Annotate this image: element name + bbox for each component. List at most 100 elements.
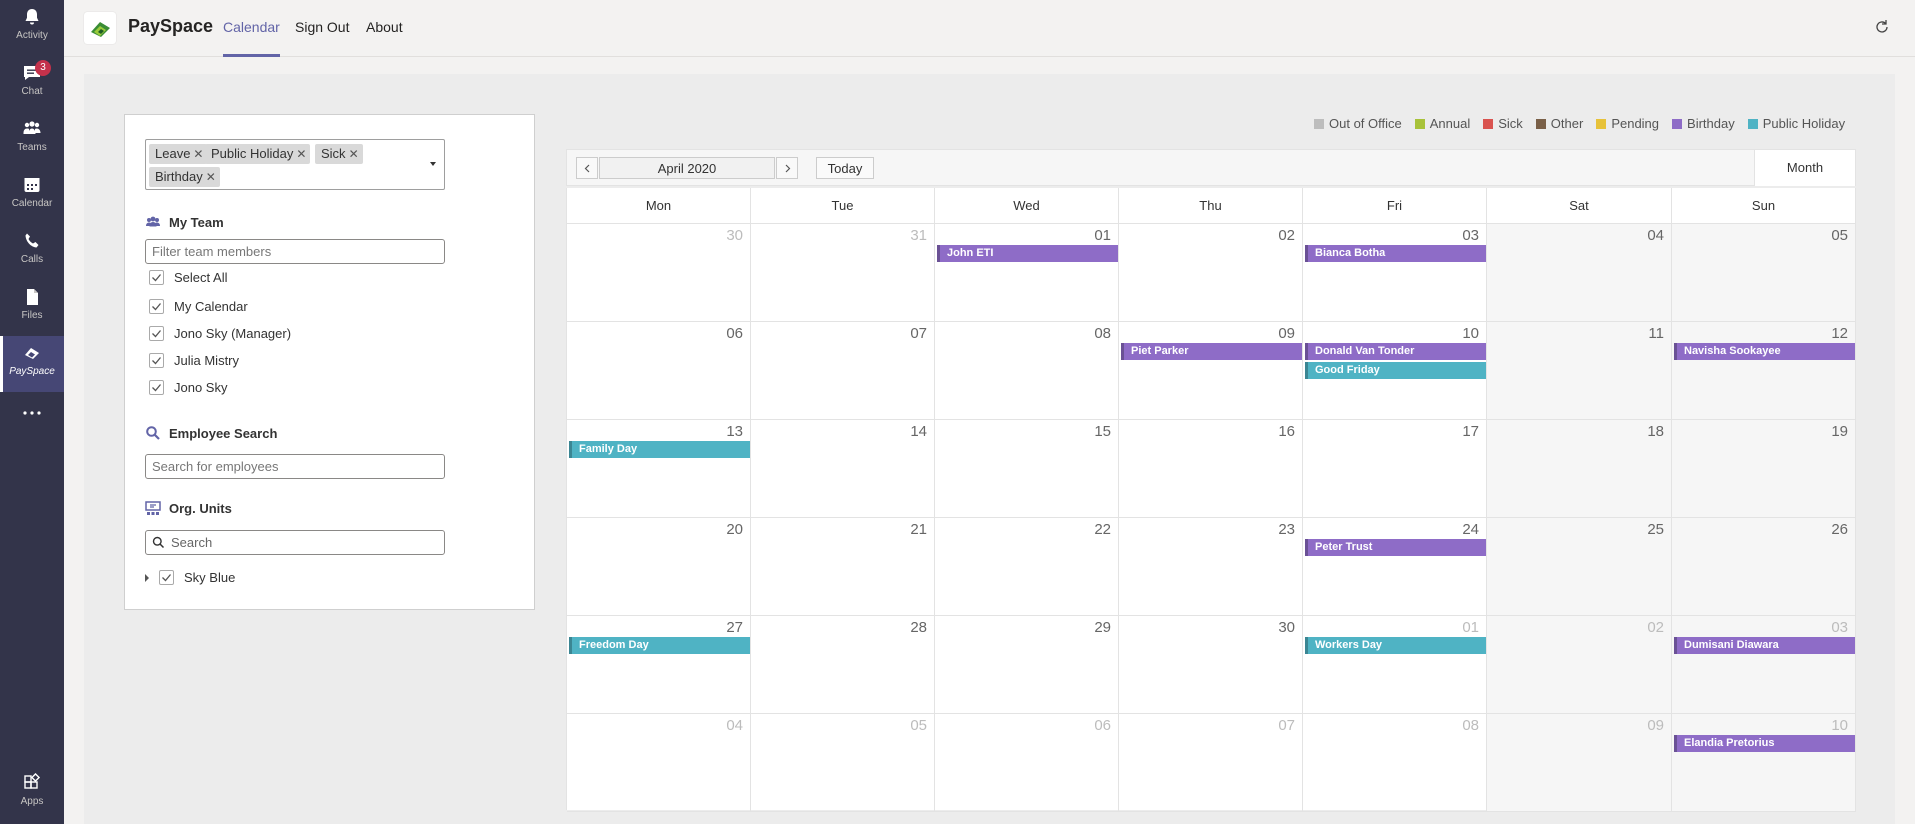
team-member-julia-mistry[interactable]: Julia Mistry: [149, 353, 239, 368]
chevron-down-icon[interactable]: [430, 162, 436, 166]
day-cell[interactable]: 20: [567, 518, 751, 616]
org-units-search[interactable]: [145, 530, 445, 555]
rail-item-files[interactable]: Files: [0, 280, 64, 336]
day-number: 11: [1648, 325, 1664, 342]
calendar-event[interactable]: Freedom Day: [569, 637, 750, 654]
day-cell[interactable]: 07: [751, 322, 935, 420]
day-cell[interactable]: 05: [1672, 224, 1856, 322]
day-cell[interactable]: 07: [1119, 714, 1303, 812]
refresh-icon[interactable]: [1873, 18, 1891, 36]
checkbox[interactable]: [149, 353, 164, 368]
tab-sign-out[interactable]: Sign Out: [295, 19, 349, 57]
checkbox[interactable]: [149, 380, 164, 395]
day-cell[interactable]: 06: [935, 714, 1119, 812]
day-cell[interactable]: 30: [567, 224, 751, 322]
day-cell[interactable]: 10: [1672, 714, 1856, 812]
day-cell[interactable]: 11: [1487, 322, 1672, 420]
day-cell[interactable]: 04: [567, 714, 751, 812]
day-cell[interactable]: 19: [1672, 420, 1856, 518]
checkbox[interactable]: [159, 570, 174, 585]
day-cell[interactable]: 03: [1672, 616, 1856, 714]
calendar-event[interactable]: Bianca Botha: [1305, 245, 1486, 262]
rail-item-calendar[interactable]: Calendar: [0, 168, 64, 224]
remove-tag-icon[interactable]: ✕: [206, 170, 216, 184]
chevron-right-icon: [785, 164, 790, 172]
day-cell[interactable]: 28: [751, 616, 935, 714]
calendar-event[interactable]: Workers Day: [1305, 637, 1486, 654]
calendar-event[interactable]: Elandia Pretorius: [1674, 735, 1855, 752]
rail-item-chat[interactable]: 3 Chat: [0, 56, 64, 112]
day-cell[interactable]: 21: [751, 518, 935, 616]
day-cell[interactable]: 25: [1487, 518, 1672, 616]
checkbox[interactable]: [149, 299, 164, 314]
rail-item-calls[interactable]: Calls: [0, 224, 64, 280]
calendar-event[interactable]: Family Day: [569, 441, 750, 458]
employee-search-input[interactable]: [145, 454, 445, 479]
team-member-jono-sky[interactable]: Jono Sky: [149, 380, 227, 395]
day-cell[interactable]: 18: [1487, 420, 1672, 518]
calendar-event[interactable]: Donald Van Tonder: [1305, 343, 1486, 360]
calendar-event[interactable]: Piet Parker: [1121, 343, 1302, 360]
day-cell[interactable]: 08: [1303, 714, 1487, 812]
team-member-select-all[interactable]: Select All: [149, 270, 227, 285]
tab-calendar[interactable]: Calendar: [223, 19, 280, 57]
expand-arrow-icon[interactable]: [145, 573, 149, 582]
checkbox[interactable]: [149, 326, 164, 341]
day-cell[interactable]: 03: [1303, 224, 1487, 322]
tag-label: Sick: [321, 146, 346, 161]
calendar-event[interactable]: Peter Trust: [1305, 539, 1486, 556]
rail-item-activity[interactable]: Activity: [0, 0, 64, 56]
day-cell[interactable]: 30: [1119, 616, 1303, 714]
day-cell[interactable]: 12: [1672, 322, 1856, 420]
day-cell[interactable]: 24: [1303, 518, 1487, 616]
unread-badge: 3: [35, 60, 51, 76]
day-cell[interactable]: 27: [567, 616, 751, 714]
today-button[interactable]: Today: [816, 157, 874, 179]
current-period[interactable]: April 2020: [599, 157, 775, 179]
month-view-button[interactable]: Month: [1754, 149, 1856, 186]
rail-item-more[interactable]: [0, 392, 64, 448]
remove-tag-icon[interactable]: ✕: [349, 147, 359, 161]
calendar-event[interactable]: John ETI: [937, 245, 1118, 262]
day-cell[interactable]: 02: [1487, 616, 1672, 714]
day-cell[interactable]: 09: [1487, 714, 1672, 812]
rail-item-apps[interactable]: Apps: [0, 766, 64, 822]
tab-about[interactable]: About: [366, 19, 403, 57]
checkbox[interactable]: [149, 270, 164, 285]
day-cell[interactable]: 22: [935, 518, 1119, 616]
team-member-my-calendar[interactable]: My Calendar: [149, 299, 248, 314]
remove-tag-icon[interactable]: ✕: [193, 147, 203, 161]
day-cell[interactable]: 09: [1119, 322, 1303, 420]
day-cell[interactable]: 14: [751, 420, 935, 518]
remove-tag-icon[interactable]: ✕: [296, 147, 306, 161]
day-cell[interactable]: 31: [751, 224, 935, 322]
day-cell[interactable]: 26: [1672, 518, 1856, 616]
calendar-event[interactable]: Dumisani Diawara: [1674, 637, 1855, 654]
day-cell[interactable]: 08: [935, 322, 1119, 420]
day-cell[interactable]: 16: [1119, 420, 1303, 518]
leave-type-multiselect[interactable]: Leave ✕ Public Holiday ✕ Sick ✕ Birthday ✕: [145, 139, 445, 190]
prev-month-button[interactable]: [576, 157, 598, 179]
day-cell[interactable]: 04: [1487, 224, 1672, 322]
rail-item-payspace[interactable]: PaySpace: [0, 336, 64, 392]
org-units-search-input[interactable]: [171, 535, 431, 550]
calendar-event[interactable]: Navisha Sookayee: [1674, 343, 1855, 360]
calendar-event[interactable]: Good Friday: [1305, 362, 1486, 379]
rail-item-teams[interactable]: Teams: [0, 112, 64, 168]
day-cell[interactable]: 29: [935, 616, 1119, 714]
rail-label: Calls: [20, 254, 44, 265]
day-cell[interactable]: 13: [567, 420, 751, 518]
org-unit-sky-blue[interactable]: Sky Blue: [145, 570, 235, 585]
next-month-button[interactable]: [776, 157, 798, 179]
day-cell[interactable]: 02: [1119, 224, 1303, 322]
team-member-jono-sky-manager[interactable]: Jono Sky (Manager): [149, 326, 291, 341]
day-cell[interactable]: 23: [1119, 518, 1303, 616]
day-cell[interactable]: 05: [751, 714, 935, 812]
day-cell[interactable]: 01: [1303, 616, 1487, 714]
day-cell[interactable]: 01: [935, 224, 1119, 322]
day-cell[interactable]: 15: [935, 420, 1119, 518]
day-cell[interactable]: 17: [1303, 420, 1487, 518]
filter-panel: Leave ✕ Public Holiday ✕ Sick ✕ Birthday ✕ M…: [124, 114, 535, 610]
day-cell[interactable]: 06: [567, 322, 751, 420]
filter-team-input[interactable]: [145, 239, 445, 264]
